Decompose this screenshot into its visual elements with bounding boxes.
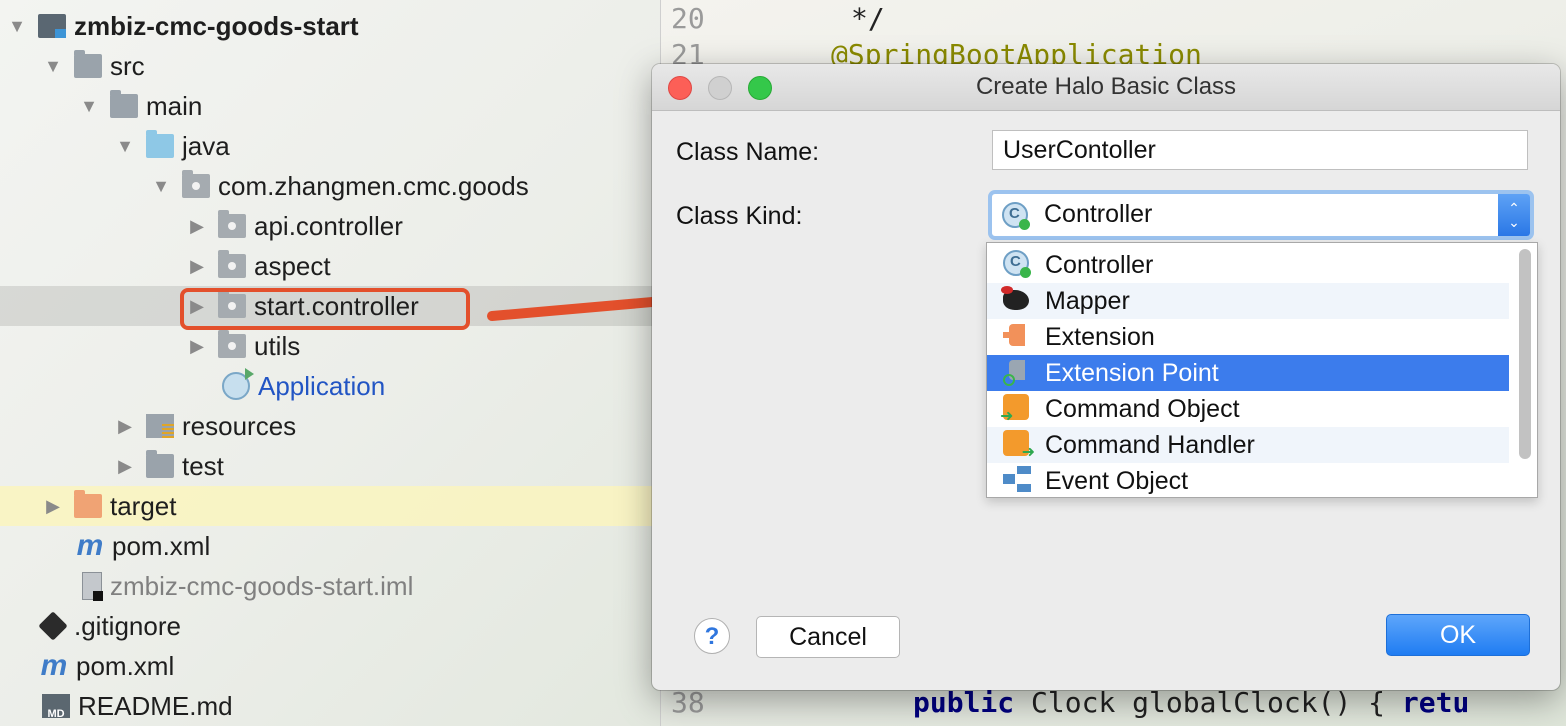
- dialog-title: Create Halo Basic Class: [975, 73, 1237, 100]
- option-label: Extension: [1045, 322, 1155, 351]
- class-kind-select[interactable]: Controller ⌃⌄: [988, 190, 1534, 240]
- event-object-icon: [1003, 466, 1033, 492]
- extension-icon: [1003, 322, 1029, 348]
- option-label: Extension Point: [1045, 358, 1219, 387]
- option-extension[interactable]: Extension: [987, 319, 1509, 355]
- mapper-icon: [1001, 286, 1029, 310]
- option-event-object[interactable]: Event Object: [987, 463, 1509, 497]
- option-extension-point[interactable]: Extension Point: [987, 355, 1509, 391]
- option-label: Event Object: [1045, 466, 1189, 495]
- class-kind-dropdown-list[interactable]: Controller Mapper Extension Extension Po…: [986, 242, 1538, 498]
- cancel-button[interactable]: Cancel: [756, 616, 900, 658]
- option-label: Command Object: [1045, 394, 1240, 423]
- create-class-dialog: Create Halo Basic Class Class Name: Clas…: [652, 64, 1560, 690]
- ok-button[interactable]: OK: [1386, 614, 1530, 656]
- controller-icon: [1003, 250, 1031, 278]
- controller-icon: [1002, 202, 1030, 230]
- command-object-icon: [1000, 394, 1029, 426]
- dropdown-arrows-icon[interactable]: ⌃ ⌄: [1498, 194, 1530, 236]
- class-name-input[interactable]: [992, 130, 1528, 170]
- option-controller[interactable]: Controller: [987, 247, 1509, 283]
- class-kind-selected-value: Controller: [1044, 200, 1153, 228]
- option-command-handler[interactable]: Command Handler: [987, 427, 1509, 463]
- class-name-label: Class Name:: [676, 138, 820, 166]
- option-label: Controller: [1045, 250, 1154, 279]
- dialog-titlebar[interactable]: Create Halo Basic Class: [652, 64, 1560, 111]
- help-button[interactable]: ?: [694, 618, 730, 654]
- dropdown-scrollbar[interactable]: [1519, 249, 1531, 459]
- option-mapper[interactable]: Mapper: [987, 283, 1509, 319]
- extension-point-icon: [1003, 358, 1029, 386]
- class-kind-label: Class Kind:: [676, 202, 803, 230]
- command-handler-icon: [1003, 430, 1035, 462]
- option-label: Command Handler: [1045, 430, 1255, 459]
- option-label: Mapper: [1045, 286, 1130, 315]
- option-command-object[interactable]: Command Object: [987, 391, 1509, 427]
